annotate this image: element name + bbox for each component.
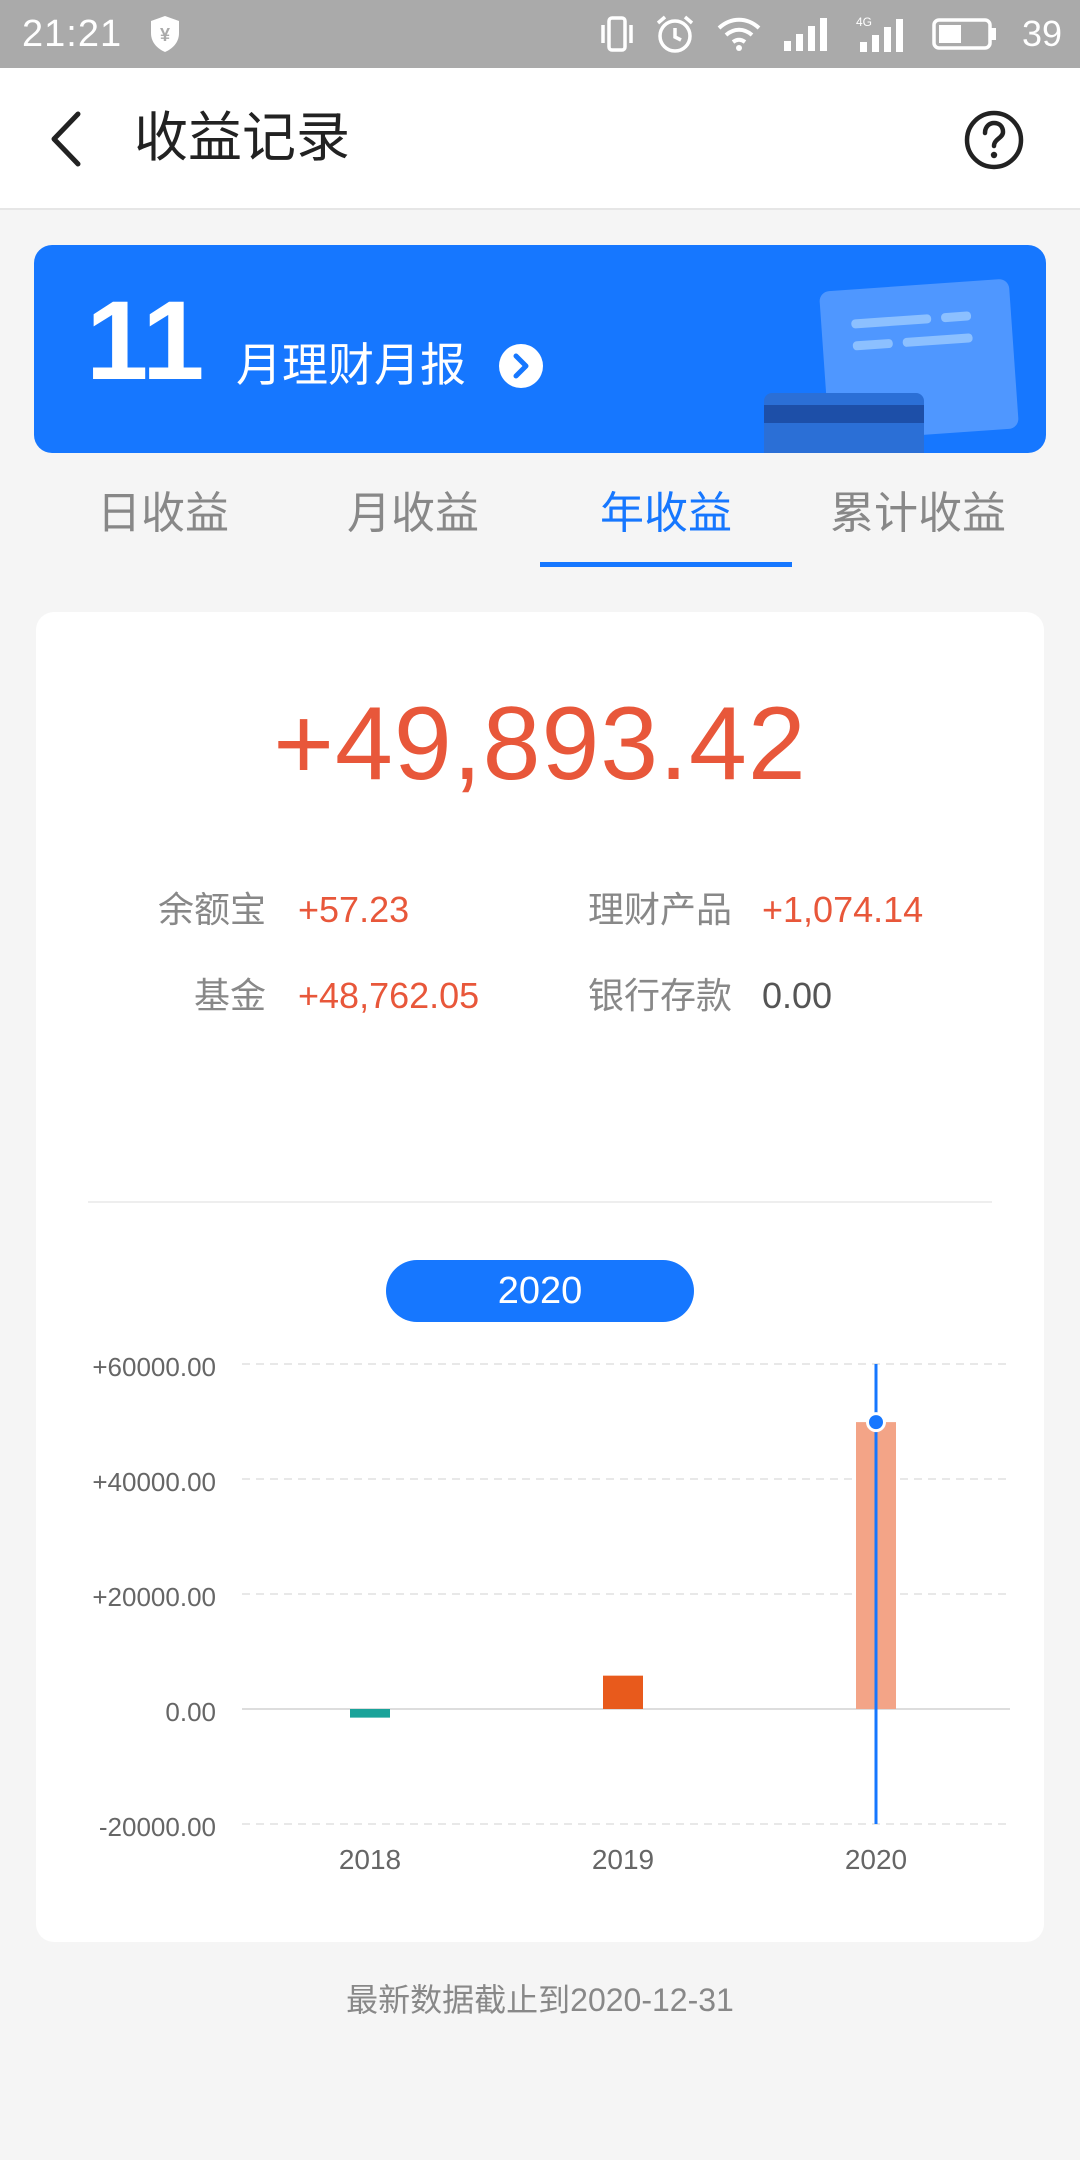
4g-signal-icon: 4G — [856, 15, 903, 52]
status-time: 21:21 — [22, 12, 123, 55]
data-cutoff-note: 最新数据截止到2020-12-31 — [346, 1982, 734, 2018]
monthly-report-banner[interactable]: 11 月理财月报 — [34, 245, 1046, 453]
status-left: 21:21 ¥ — [22, 13, 182, 56]
x-tick-label: 2018 — [339, 1844, 401, 1875]
y-tick-label: +60000.00 — [92, 1352, 216, 1382]
y-tick-label: 0.00 — [165, 1697, 216, 1727]
report-card-illustration — [764, 279, 1019, 453]
tab-cumulative[interactable]: 累计收益 — [820, 484, 1016, 554]
vibrate-icon — [601, 16, 633, 52]
tab-monthly[interactable]: 月收益 — [320, 484, 506, 554]
status-bar: 21:21 ¥ 4G 39 — [0, 0, 1080, 68]
tab-active-indicator — [540, 562, 792, 567]
earnings-tabs: 日收益 月收益 年收益 累计收益 — [0, 470, 1080, 570]
shield-yen-icon: ¥ — [151, 16, 180, 52]
chevron-left-icon[interactable] — [44, 110, 88, 168]
earnings-card: +49,893.42 余额宝 +57.23 理财产品 +1,074.14 基金 … — [36, 612, 1044, 1942]
tab-yearly[interactable]: 年收益 — [570, 484, 762, 554]
page-title: 收益记录 — [134, 108, 350, 168]
wifi-icon — [717, 17, 761, 51]
battery-percent: 39 — [1021, 13, 1062, 54]
yearly-earnings-chart[interactable]: +60000.00 +40000.00 +20000.00 0.00 -20000.00… — [36, 612, 1044, 1942]
svg-text:¥: ¥ — [160, 25, 170, 45]
signal-icon — [783, 18, 827, 51]
y-tick-label: -20000.00 — [99, 1812, 216, 1842]
bar-2018 — [350, 1709, 390, 1718]
x-tick-label: 2020 — [845, 1844, 907, 1875]
y-tick-label: +40000.00 — [92, 1467, 216, 1497]
app-header: 收益记录 — [0, 68, 1080, 210]
y-tick-label: +20000.00 — [92, 1582, 216, 1612]
report-title: 月理财月报 — [236, 339, 466, 391]
highlight-point — [869, 1415, 883, 1430]
report-month: 11 — [86, 278, 205, 403]
bar-2019 — [603, 1675, 643, 1709]
alarm-icon — [656, 15, 694, 53]
tab-daily[interactable]: 日收益 — [70, 484, 256, 554]
x-tick-label: 2019 — [592, 1844, 654, 1875]
question-circle-icon[interactable] — [963, 109, 1025, 171]
svg-text:4G: 4G — [856, 15, 872, 29]
status-right: 4G 39 — [600, 13, 1062, 55]
battery-icon — [932, 18, 996, 50]
chevron-right-circle-icon — [499, 344, 543, 388]
